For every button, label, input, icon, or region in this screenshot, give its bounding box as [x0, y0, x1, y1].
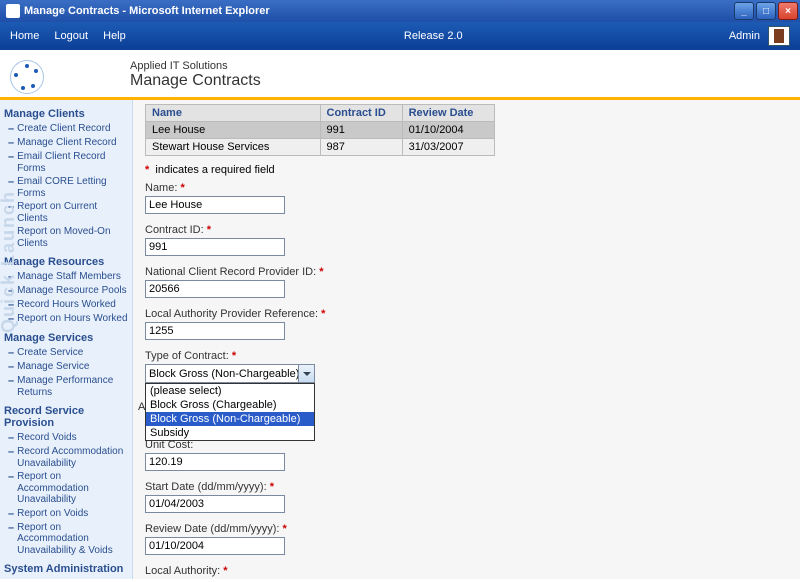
- sidebar-item[interactable]: Report on Moved-On Clients: [4, 225, 128, 250]
- sidebar-link[interactable]: Manage Service: [17, 361, 89, 373]
- name-field[interactable]: [145, 196, 285, 214]
- release-label: Release 2.0: [138, 30, 729, 42]
- contract-id-field[interactable]: [145, 238, 285, 256]
- table-cell: Lee House: [146, 122, 321, 139]
- sidebar-item[interactable]: Manage Performance Returns: [4, 374, 128, 399]
- dropdown-option[interactable]: Block Gross (Non-Chargeable): [146, 412, 314, 426]
- sidebar-section-title: Manage Resources: [4, 256, 128, 268]
- lapr-field[interactable]: [145, 322, 285, 340]
- page-header: Applied IT Solutions Manage Contracts: [0, 50, 800, 100]
- sidebar-item[interactable]: Manage Users: [4, 577, 128, 579]
- exit-icon[interactable]: [768, 26, 790, 46]
- table-cell: 987: [320, 139, 402, 156]
- ie-icon: [6, 4, 20, 18]
- ncrp-label: National Client Record Provider ID: *: [145, 266, 785, 278]
- sidebar-link[interactable]: Email Client Record Forms: [17, 151, 128, 174]
- sidebar-item[interactable]: Record Hours Worked: [4, 298, 128, 312]
- minimize-button[interactable]: _: [734, 2, 754, 20]
- logo: [10, 56, 130, 97]
- app-menubar: Home Logout Help Release 2.0 Admin: [0, 22, 800, 50]
- sidebar-section-title: Manage Clients: [4, 108, 128, 120]
- app-name: Applied IT Solutions: [130, 60, 261, 72]
- review-date-label: Review Date (dd/mm/yyyy): *: [145, 523, 785, 535]
- type-select[interactable]: Block Gross (Non-Chargeable): [145, 364, 315, 383]
- sidebar-item[interactable]: Report on Voids: [4, 507, 128, 521]
- type-dropdown-list[interactable]: (please select)Block Gross (Chargeable)B…: [145, 383, 315, 441]
- sidebar-item[interactable]: Record Voids: [4, 431, 128, 445]
- sidebar-link[interactable]: Manage Client Record: [17, 137, 117, 149]
- sidebar-link[interactable]: Report on Hours Worked: [17, 313, 127, 325]
- sidebar-link[interactable]: Email CORE Letting Forms: [17, 176, 128, 199]
- sidebar-link[interactable]: Record Hours Worked: [17, 299, 116, 311]
- sidebar-item[interactable]: Manage Staff Members: [4, 270, 128, 284]
- table-cell: 31/03/2007: [402, 139, 494, 156]
- col-name[interactable]: Name: [146, 105, 321, 122]
- table-cell: 991: [320, 122, 402, 139]
- chevron-down-icon: [298, 365, 314, 382]
- sidebar-item[interactable]: Manage Client Record: [4, 136, 128, 150]
- contracts-table[interactable]: Name Contract ID Review Date Lee House99…: [145, 104, 495, 156]
- col-review-date[interactable]: Review Date: [402, 105, 494, 122]
- sidebar-link[interactable]: Manage Resource Pools: [17, 285, 127, 297]
- sidebar-link[interactable]: Report on Current Clients: [17, 201, 128, 224]
- table-cell: 01/10/2004: [402, 122, 494, 139]
- la-label: Local Authority: *: [145, 565, 785, 577]
- sidebar-link[interactable]: Manage Staff Members: [17, 271, 121, 283]
- window-title: Manage Contracts - Microsoft Internet Ex…: [24, 5, 732, 17]
- sidebar-section-title: Record Service Provision: [4, 405, 128, 429]
- sidebar-link[interactable]: Create Service: [17, 347, 83, 359]
- asterisk-icon: *: [145, 164, 149, 176]
- sidebar-section-title: Manage Services: [4, 332, 128, 344]
- sidebar-section-title: System Administration: [4, 563, 128, 575]
- page-title: Manage Contracts: [130, 72, 261, 90]
- sidebar-link[interactable]: Record Accommodation Unavailability: [17, 446, 128, 469]
- sidebar-item[interactable]: Manage Service: [4, 360, 128, 374]
- col-contract-id[interactable]: Contract ID: [320, 105, 402, 122]
- sidebar-link[interactable]: Record Voids: [17, 432, 76, 444]
- sidebar-link[interactable]: Report on Moved-On Clients: [17, 226, 128, 249]
- name-label: Name: *: [145, 182, 785, 194]
- lapr-label: Local Authority Provider Reference: *: [145, 308, 785, 320]
- sidebar-item[interactable]: Report on Current Clients: [4, 200, 128, 225]
- sidebar-item[interactable]: Email Client Record Forms: [4, 150, 128, 175]
- dropdown-option[interactable]: (please select): [146, 384, 314, 398]
- unit-cost-field[interactable]: [145, 453, 285, 471]
- menu-help[interactable]: Help: [103, 30, 126, 42]
- sidebar-link[interactable]: Report on Accommodation Unavailability: [17, 471, 128, 506]
- type-label: Type of Contract: *: [145, 350, 785, 362]
- sidebar: Quick Launch Manage ClientsCreate Client…: [0, 100, 133, 579]
- sidebar-link[interactable]: Create Client Record: [17, 123, 110, 135]
- required-note: * indicates a required field: [145, 164, 785, 176]
- sidebar-item[interactable]: Manage Resource Pools: [4, 284, 128, 298]
- sidebar-item[interactable]: Record Accommodation Unavailability: [4, 445, 128, 470]
- start-date-label: Start Date (dd/mm/yyyy): *: [145, 481, 785, 493]
- logo-icon: [10, 60, 44, 94]
- window-titlebar: Manage Contracts - Microsoft Internet Ex…: [0, 0, 800, 22]
- menu-admin[interactable]: Admin: [729, 30, 760, 42]
- sidebar-item[interactable]: Report on Accommodation Unavailability: [4, 470, 128, 507]
- sidebar-item[interactable]: Email CORE Letting Forms: [4, 175, 128, 200]
- sidebar-item[interactable]: Create Client Record: [4, 122, 128, 136]
- sidebar-link[interactable]: Report on Accommodation Unavailability &…: [17, 522, 128, 557]
- sidebar-item[interactable]: Report on Accommodation Unavailability &…: [4, 521, 128, 558]
- ncrp-field[interactable]: [145, 280, 285, 298]
- table-row[interactable]: Lee House99101/10/2004: [146, 122, 495, 139]
- start-date-field[interactable]: [145, 495, 285, 513]
- review-date-field[interactable]: [145, 537, 285, 555]
- sidebar-link[interactable]: Manage Performance Returns: [17, 375, 128, 398]
- table-cell: Stewart House Services: [146, 139, 321, 156]
- dropdown-option[interactable]: Block Gross (Chargeable): [146, 398, 314, 412]
- close-button[interactable]: ×: [778, 2, 798, 20]
- sidebar-link[interactable]: Report on Voids: [17, 508, 88, 520]
- sidebar-item[interactable]: Create Service: [4, 346, 128, 360]
- table-row[interactable]: Stewart House Services98731/03/2007: [146, 139, 495, 156]
- maximize-button[interactable]: □: [756, 2, 776, 20]
- sidebar-link[interactable]: Manage Users: [17, 578, 82, 579]
- contract-id-label: Contract ID: *: [145, 224, 785, 236]
- menu-logout[interactable]: Logout: [54, 30, 88, 42]
- sidebar-item[interactable]: Report on Hours Worked: [4, 312, 128, 326]
- main-content[interactable]: Name Contract ID Review Date Lee House99…: [133, 100, 800, 579]
- dropdown-option[interactable]: Subsidy: [146, 426, 314, 440]
- menu-home[interactable]: Home: [10, 30, 39, 42]
